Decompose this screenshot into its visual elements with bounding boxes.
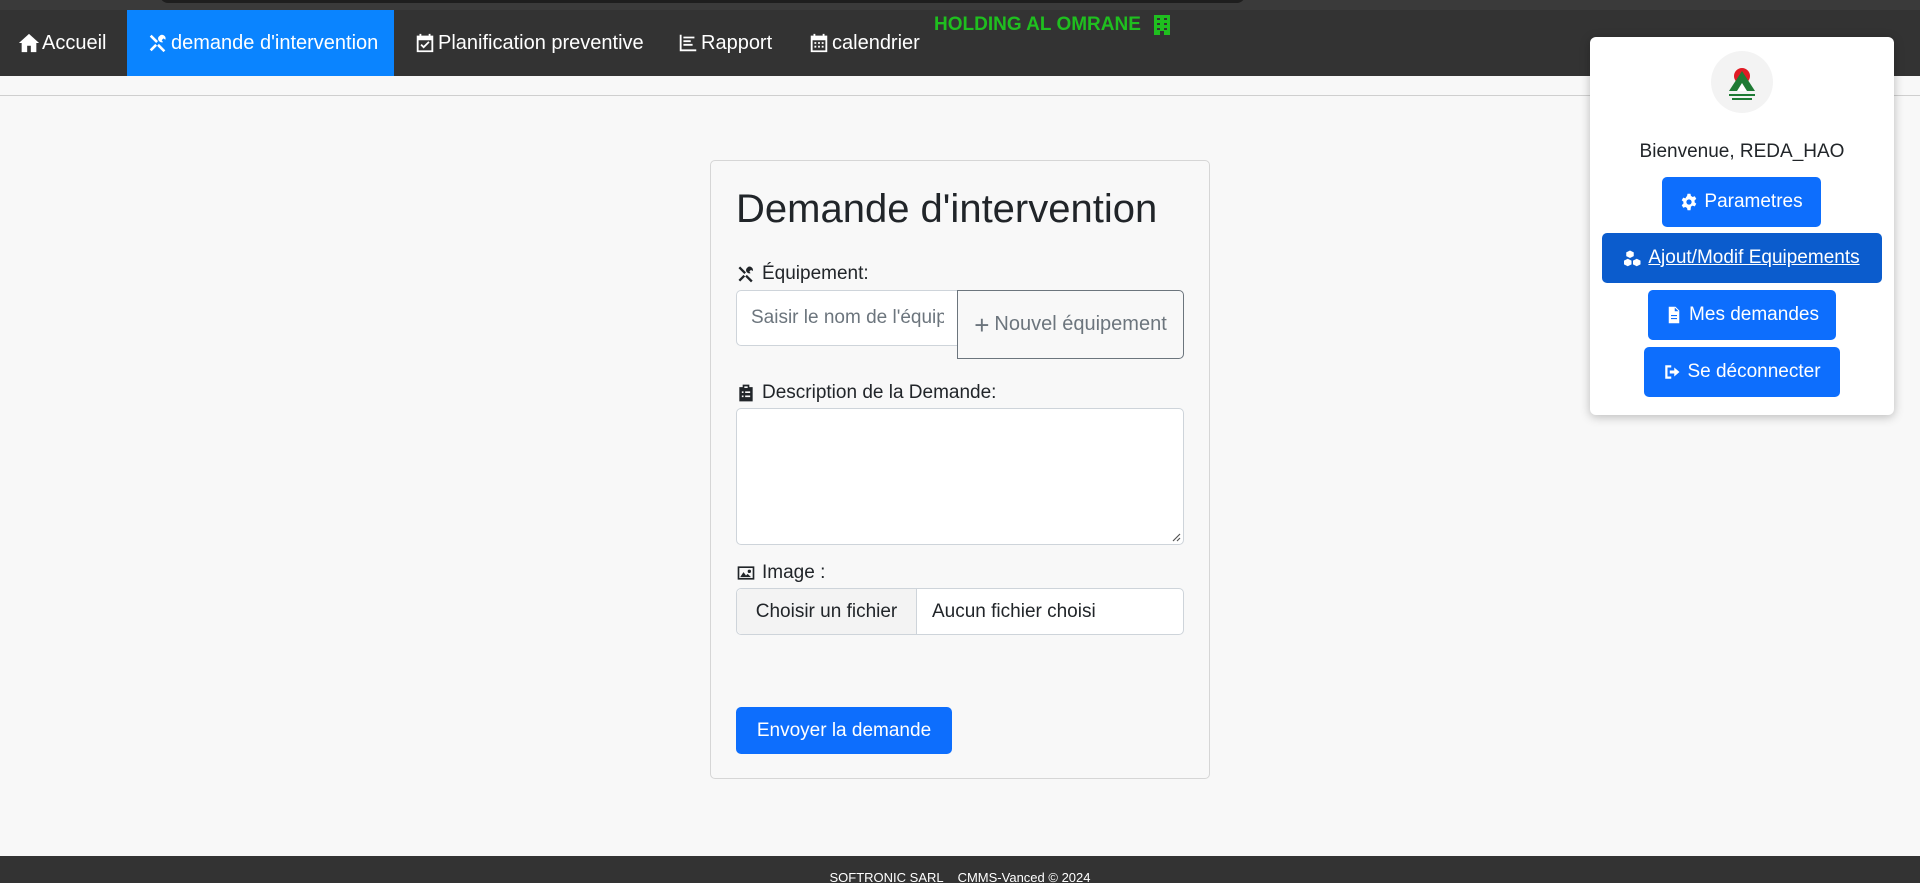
browser-top-strip — [0, 0, 1920, 10]
nav-item-label: demande d'intervention — [171, 31, 379, 54]
nav-item-label: calendrier — [832, 31, 920, 54]
new-equipment-button[interactable]: + Nouvel équipement — [957, 290, 1184, 359]
nav-item-label: Accueil — [42, 31, 107, 54]
footer-product: CMMS-Vanced © 2024 — [957, 870, 1091, 883]
description-label-text: Description de la Demande: — [762, 382, 997, 403]
settings-button-label: Parametres — [1704, 191, 1803, 212]
calendar-check-icon — [416, 33, 434, 53]
image-label: Image : — [736, 562, 825, 584]
image-label-text: Image : — [762, 562, 826, 583]
browser-tab-edge — [160, 0, 1245, 3]
tools-icon — [738, 266, 753, 283]
brand-title: HOLDING AL OMRANE — [934, 14, 1171, 36]
user-panel: Bienvenue, REDA_HAO Parametres Ajout/Mod… — [1590, 37, 1894, 415]
my-requests-label: Mes demandes — [1689, 304, 1819, 325]
clipboard-icon — [739, 384, 753, 402]
logout-label: Se déconnecter — [1687, 361, 1821, 382]
nav-item-label: Planification preventive — [438, 31, 644, 54]
cubes-icon — [1624, 250, 1641, 267]
image-icon — [737, 566, 755, 580]
resize-grip-icon[interactable] — [1171, 532, 1181, 542]
my-requests-button[interactable]: Mes demandes — [1648, 290, 1836, 340]
nav-item-planification[interactable]: Planification preventive — [414, 10, 644, 76]
calendar-icon — [810, 33, 828, 53]
report-icon — [679, 34, 697, 52]
submit-button[interactable]: Envoyer la demande — [736, 707, 952, 754]
equipment-label-text: Équipement: — [762, 263, 869, 284]
equipment-manage-label: Ajout/Modif Equipements — [1648, 247, 1860, 268]
nav-item-rapport[interactable]: Rapport — [677, 10, 772, 76]
building-icon — [1153, 15, 1170, 35]
tools-icon — [149, 34, 166, 53]
home-icon — [18, 33, 40, 53]
nav-item-label: Rapport — [701, 31, 773, 54]
footer-company: SOFTRONIC SARL — [829, 870, 944, 883]
welcome-message: Bienvenue, REDA_HAO — [1639, 141, 1845, 162]
logout-button[interactable]: Se déconnecter — [1644, 347, 1840, 397]
nav-item-demande-intervention[interactable]: demande d'intervention — [127, 10, 394, 76]
file-icon — [1668, 306, 1680, 324]
plus-icon: + — [974, 309, 990, 340]
brand-name: HOLDING AL OMRANE — [934, 14, 1141, 35]
image-file-input[interactable]: Choisir un fichier Aucun fichier choisi — [736, 588, 1184, 635]
page-footer: SOFTRONIC SARL CMMS-Vanced © 2024 — [0, 856, 1920, 883]
nav-item-calendrier[interactable]: calendrier — [808, 10, 920, 76]
company-logo — [1711, 51, 1773, 113]
form-title: Demande d'intervention — [736, 187, 1158, 231]
logout-icon — [1665, 365, 1680, 379]
file-status: Aucun fichier choisi — [932, 600, 1096, 622]
equipment-manage-button[interactable]: Ajout/Modif Equipements — [1602, 233, 1882, 283]
description-textarea[interactable] — [736, 408, 1184, 545]
equipment-input[interactable] — [736, 290, 958, 346]
equipment-label: Équipement: — [736, 263, 869, 285]
nav-item-accueil[interactable]: Accueil — [18, 10, 106, 76]
al-omrane-logo-icon — [1729, 68, 1755, 100]
gear-icon — [1682, 193, 1697, 211]
description-label: Description de la Demande: — [736, 382, 996, 404]
new-equipment-label: Nouvel équipement — [994, 313, 1167, 335]
choose-file-button[interactable]: Choisir un fichier — [737, 589, 917, 634]
footer-text: SOFTRONIC SARL CMMS-Vanced © 2024 — [0, 870, 1920, 883]
intervention-form-card: Demande d'intervention Équipement: + Nou… — [710, 160, 1210, 779]
settings-button[interactable]: Parametres — [1662, 177, 1821, 227]
